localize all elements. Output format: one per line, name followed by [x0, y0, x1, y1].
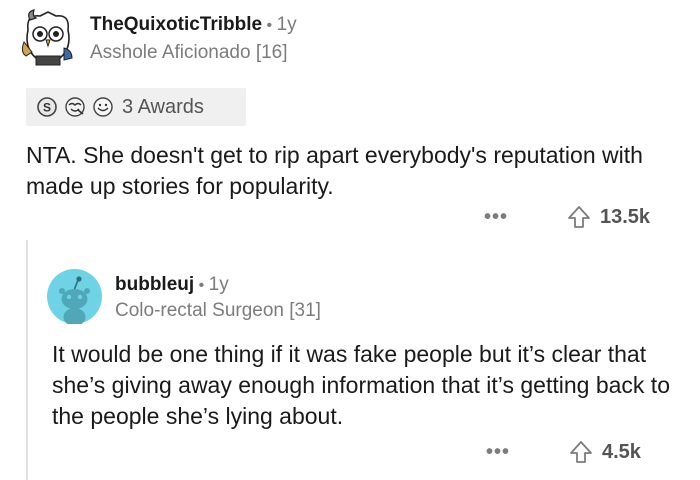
reply-user-flair: Colo-rectal Surgeon [31] [115, 300, 321, 321]
username[interactable]: TheQuixoticTribble [90, 14, 262, 35]
reply-vote-control: 4.5k [568, 439, 641, 465]
awards-bar[interactable]: S 3 Awards [26, 88, 246, 126]
reply-header: bubbleuj • 1y [115, 274, 229, 296]
silver-award-icon: S [37, 97, 57, 117]
svg-text:S: S [43, 101, 51, 115]
upvote-icon[interactable] [566, 204, 592, 230]
reply-age: 1y [208, 274, 229, 295]
user-avatar[interactable] [20, 8, 76, 68]
awards-count: 3 Awards [122, 95, 204, 118]
reply-more-options-button[interactable]: ••• [486, 441, 510, 464]
vote-count: 13.5k [600, 205, 651, 228]
helpful-award-icon [93, 97, 113, 117]
upvote-icon[interactable] [568, 439, 594, 465]
snoo-avatar-icon [47, 269, 102, 326]
comment-body: NTA. She doesn't get to rip apart everyb… [26, 142, 643, 199]
comment-age: 1y [276, 14, 297, 35]
user-flair: Asshole Aficionado [16] [90, 42, 288, 63]
more-options-button[interactable]: ••• [484, 206, 508, 229]
separator-dot: • [198, 277, 205, 294]
owl-avatar-icon [21, 9, 73, 66]
separator-dot: • [266, 17, 273, 34]
reply-user-avatar[interactable] [47, 269, 102, 326]
comment-header: TheQuixoticTribble • 1y [90, 14, 297, 36]
thread-line[interactable] [26, 240, 28, 480]
reply-vote-count: 4.5k [602, 440, 641, 463]
reply-username[interactable]: bubbleuj [115, 274, 194, 295]
wholesome-award-icon [65, 97, 85, 117]
comment-vote-control: 13.5k [566, 204, 650, 230]
reply-body: It would be one thing if it was fake peo… [52, 341, 670, 429]
